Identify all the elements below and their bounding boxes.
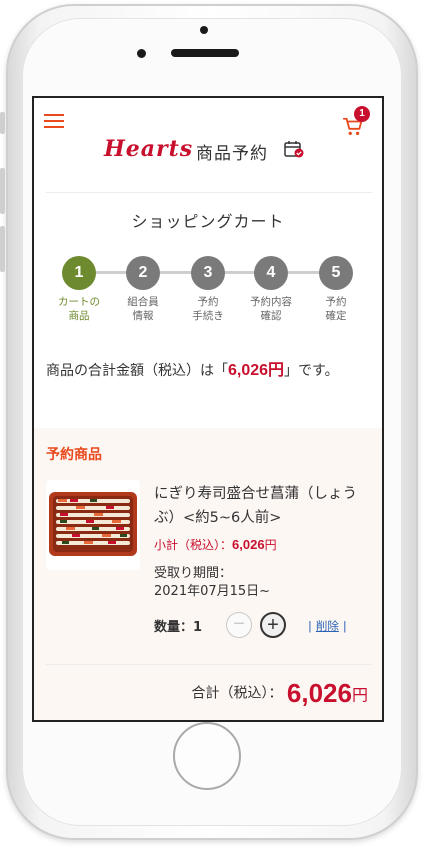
phone-volume-up [0, 168, 5, 214]
summary-prefix: 商品の合計金額（税込）は「 [46, 363, 228, 379]
pickup-period-label: 受取り期間： [154, 566, 233, 581]
phone-camera [200, 26, 208, 34]
delete-label: 削除 [315, 619, 339, 633]
decrease-quantity-button[interactable]: − [226, 612, 252, 638]
step-label: 予約内容 確認 [250, 296, 292, 322]
delete-item-link[interactable]: | 削除 | [308, 618, 347, 634]
summary-suffix: 」です。 [284, 363, 339, 379]
quantity-label: 数量：1 [154, 620, 203, 635]
section-title: 予約商品 [46, 447, 102, 463]
subtotal-unit: 円 [264, 538, 277, 552]
step-1: 1 カートの 商品 [50, 256, 108, 323]
cart-count-badge: 1 [354, 106, 370, 122]
step-number: 2 [126, 256, 160, 290]
phone-speaker [171, 49, 239, 57]
page-title: 商品予約 [196, 144, 268, 164]
step-number: 5 [319, 256, 353, 290]
grand-total-label: 合計（税込）： [191, 685, 283, 702]
phone-volume-down [0, 226, 5, 272]
calendar-check-icon [284, 141, 304, 158]
step-3: 3 予約 手続き [179, 256, 237, 323]
grand-total-value: 6,026 [286, 678, 352, 708]
step-number: 4 [254, 256, 288, 290]
site-logo[interactable]: Hearts 商品予約 [104, 136, 334, 166]
items-divider [46, 664, 372, 665]
summary-amount: 6,026円 [228, 362, 285, 379]
product-name[interactable]: にぎり寿司盛合せ菖蒲（しょうぶ）<約5~6人前> [154, 482, 372, 530]
pickup-period-date: 2021年07月15日~ [154, 584, 271, 599]
step-5: 5 予約 確定 [307, 256, 365, 323]
checkout-steps: 1 カートの 商品 2 組合員 情報 3 予約 手続き 4 予約内容 確認 5 … [50, 256, 374, 326]
phone-home-button[interactable] [173, 722, 241, 790]
app-screen: 1 Hearts 商品予約 ショッピングカート 1 カートの 商品 2 組合員 … [32, 96, 384, 722]
product-image[interactable] [46, 480, 140, 570]
step-label: カートの 商品 [58, 296, 100, 322]
item-subtotal: 小計（税込）：6,026円 [154, 536, 277, 553]
phone-mute-switch [0, 112, 5, 134]
subtotal-label: 小計（税込）： [154, 538, 233, 552]
step-number: 3 [191, 256, 225, 290]
sushi-platter-image [49, 492, 137, 556]
menu-icon[interactable] [44, 114, 64, 128]
total-summary-message: 商品の合計金額（税込）は「6,026円」です。 [46, 360, 376, 382]
step-4: 4 予約内容 確認 [242, 256, 300, 323]
step-2: 2 組合員 情報 [114, 256, 172, 323]
step-label: 組合員 情報 [127, 296, 159, 322]
page-heading: ショッピングカート [131, 212, 285, 231]
cart-button[interactable]: 1 [342, 106, 376, 140]
step-number: 1 [62, 256, 96, 290]
grand-total-unit: 円 [351, 685, 368, 705]
header-divider [46, 192, 372, 193]
step-label: 予約 手続き [192, 296, 224, 322]
reserved-items-section: 予約商品 にぎり寿司盛合せ菖蒲（しょうぶ）<約5~6人前> 小計（税込）：6,0… [34, 428, 382, 720]
subtotal-value: 6,026 [232, 537, 265, 552]
brand-name: Hearts [104, 136, 194, 162]
step-label: 予約 確定 [325, 296, 347, 322]
quantity-stepper: 数量：1 − + | 削除 | [154, 612, 382, 638]
increase-quantity-button[interactable]: + [260, 612, 286, 638]
grand-total: 合計（税込）： 6,026円 [191, 678, 368, 709]
phone-sensor [137, 49, 146, 58]
